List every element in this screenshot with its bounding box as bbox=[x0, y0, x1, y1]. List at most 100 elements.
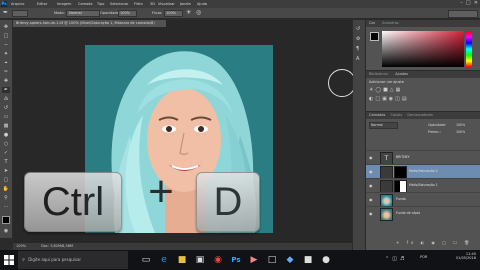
layer-name[interactable]: Fundo bbox=[396, 197, 406, 201]
healing-brush-icon[interactable]: ✚ bbox=[2, 78, 10, 84]
more-tools-icon[interactable]: ⋯ bbox=[2, 204, 10, 210]
shape-tool-icon[interactable]: ▢ bbox=[2, 177, 10, 183]
menu-filter[interactable]: Filtro bbox=[134, 2, 143, 6]
layer-name[interactable]: Fundo de cópia bbox=[396, 211, 420, 215]
hue-slider[interactable] bbox=[466, 31, 472, 67]
menu-edit[interactable]: Editar bbox=[37, 2, 47, 6]
layer-row[interactable]: ◉ Matiz/Saturação 2 bbox=[366, 164, 480, 179]
file-explorer-icon[interactable]: ■ bbox=[176, 254, 188, 266]
menu-view[interactable]: Visualizar bbox=[158, 2, 175, 6]
opacity-input[interactable]: 100% bbox=[118, 10, 137, 17]
foreground-color-chip[interactable] bbox=[370, 32, 379, 41]
brush-preset-picker[interactable] bbox=[12, 10, 28, 17]
hand-tool-icon[interactable]: ✋ bbox=[2, 186, 10, 192]
clone-stamp-icon[interactable]: ♳ bbox=[2, 96, 10, 102]
menu-select[interactable]: Selecionar bbox=[110, 2, 128, 6]
tab-channels[interactable]: Canais bbox=[386, 113, 402, 117]
character-icon[interactable]: A bbox=[356, 56, 359, 62]
quick-mask-icon[interactable]: ◉ bbox=[2, 228, 10, 234]
visibility-eye-icon[interactable]: ◉ bbox=[369, 155, 373, 160]
layer-fill-value[interactable]: 100% bbox=[456, 130, 465, 134]
eraser-icon[interactable]: ▭ bbox=[2, 114, 10, 120]
zoom-level[interactable]: 100% bbox=[13, 244, 26, 248]
path-select-icon[interactable]: ➤ bbox=[2, 168, 10, 174]
edge-browser-icon[interactable]: e bbox=[158, 254, 170, 266]
layer-name[interactable]: Matiz/Saturação 1 bbox=[409, 183, 438, 187]
document-tab[interactable]: Britney-spears-hair-de-1.tif @ 100% (Nív… bbox=[13, 20, 166, 27]
adjustment-icons-row2[interactable]: ◐□▣◉◫▤ bbox=[369, 96, 409, 102]
gradient-icon[interactable]: ▩ bbox=[2, 123, 10, 129]
brush-tool-icon[interactable]: ✒ bbox=[3, 9, 8, 16]
type-tool-icon[interactable]: T bbox=[2, 159, 10, 165]
history-brush-icon[interactable]: ↺ bbox=[2, 105, 10, 111]
media-player-icon[interactable]: ▶ bbox=[248, 254, 260, 266]
workspace-select[interactable] bbox=[448, 10, 478, 18]
task-view-icon[interactable]: ▭ bbox=[140, 254, 152, 266]
crop-tool-icon[interactable]: ⌖ bbox=[2, 60, 10, 66]
visibility-eye-icon[interactable]: ◉ bbox=[369, 211, 373, 216]
layer-row[interactable]: ◉ Fundo de cópia bbox=[366, 206, 480, 221]
layer-row[interactable]: ◉ Fundo bbox=[366, 192, 480, 207]
app-icon[interactable]: ◆ bbox=[284, 254, 296, 266]
menu-type[interactable]: Tipo bbox=[97, 2, 104, 6]
mode-select[interactable]: Normal bbox=[66, 10, 100, 17]
tab-libraries[interactable]: Bibliotecas bbox=[366, 72, 388, 76]
visibility-eye-icon[interactable]: ◉ bbox=[369, 169, 373, 174]
brush-tool-icon[interactable]: ✒ bbox=[2, 87, 10, 93]
system-tray-icons[interactable]: ⌃◫♬ bbox=[385, 256, 407, 262]
minimize-icon[interactable]: – bbox=[460, 0, 463, 6]
layer-actions-bar[interactable]: ⚭ fx ◐ ◉ □ ☐ 🗑 bbox=[396, 240, 472, 245]
clock[interactable]: 11:40 01/05/2016 bbox=[456, 252, 476, 268]
marquee-tool-icon[interactable]: □ bbox=[2, 33, 10, 39]
menu-3d[interactable]: 3D bbox=[150, 2, 155, 6]
dodge-icon[interactable]: ○ bbox=[2, 141, 10, 147]
airbrush-icon[interactable]: ☀ bbox=[186, 9, 191, 16]
store-icon[interactable]: ▣ bbox=[194, 254, 206, 266]
flow-label: Fluxo: bbox=[152, 11, 163, 15]
blur-icon[interactable]: ● bbox=[2, 132, 10, 138]
paragraph-icon[interactable]: ¶ bbox=[356, 46, 359, 52]
taskbar-search[interactable]: ⚲ Digite aqui para pesquisar bbox=[18, 251, 128, 269]
properties-icon[interactable]: ⚙ bbox=[356, 36, 360, 42]
maximize-icon[interactable]: □ bbox=[466, 0, 471, 6]
foreground-color-swatch[interactable] bbox=[2, 216, 10, 224]
layer-row[interactable]: ◉ Matiz/Saturação 1 bbox=[366, 178, 480, 193]
history-icon[interactable]: ↺ bbox=[356, 26, 360, 32]
tab-paths[interactable]: Demarcadores bbox=[403, 113, 433, 117]
tab-swatches[interactable]: Amostras bbox=[376, 21, 399, 25]
quick-select-icon[interactable]: ✦ bbox=[2, 51, 10, 57]
app-icon[interactable]: ■ bbox=[302, 254, 314, 266]
photo-layer-thumb bbox=[380, 208, 393, 221]
app-icon[interactable]: □ bbox=[266, 254, 278, 266]
tab-color[interactable]: Cor bbox=[366, 21, 375, 25]
input-language[interactable]: POR bbox=[420, 255, 427, 259]
menu-help[interactable]: Ajuda bbox=[197, 2, 207, 6]
tab-adjustments[interactable]: Ajustes bbox=[389, 72, 408, 76]
layer-name[interactable]: Matiz/Saturação 2 bbox=[409, 169, 438, 173]
adjustment-icons-row1[interactable]: ☀◯■△▦ bbox=[369, 87, 402, 93]
blend-mode-select[interactable]: Normal bbox=[369, 122, 398, 129]
layer-row[interactable]: ◉ T BRITNEY bbox=[366, 150, 480, 165]
eyedropper-icon[interactable]: ✑ bbox=[2, 69, 10, 75]
color-field[interactable] bbox=[382, 31, 464, 67]
flow-input[interactable]: 100% bbox=[164, 10, 183, 17]
chrome-icon[interactable]: ◉ bbox=[212, 254, 224, 266]
lasso-tool-icon[interactable]: ∽ bbox=[2, 42, 10, 48]
app-icon[interactable]: ● bbox=[320, 254, 332, 266]
menu-layer[interactable]: Camada bbox=[78, 2, 93, 6]
layer-opacity-value[interactable]: 100% bbox=[456, 123, 465, 127]
pressure-icon[interactable]: ◎ bbox=[196, 9, 201, 16]
windows-start-icon[interactable] bbox=[4, 255, 14, 265]
photoshop-taskbar-icon[interactable]: Ps bbox=[230, 254, 242, 266]
menu-window[interactable]: Janela bbox=[180, 2, 191, 6]
menu-file[interactable]: Arquivo bbox=[11, 2, 24, 6]
zoom-tool-icon[interactable]: ⚲ bbox=[2, 195, 10, 201]
move-tool-icon[interactable]: ✥ bbox=[2, 24, 10, 30]
close-icon[interactable]: ✕ bbox=[474, 0, 478, 6]
layer-name[interactable]: BRITNEY bbox=[396, 155, 410, 159]
tab-layers[interactable]: Camadas bbox=[366, 113, 385, 117]
visibility-eye-icon[interactable]: ◉ bbox=[369, 183, 373, 188]
visibility-eye-icon[interactable]: ◉ bbox=[369, 197, 373, 202]
menu-image[interactable]: Imagem bbox=[57, 2, 71, 6]
pen-icon[interactable]: ✓ bbox=[2, 150, 10, 156]
